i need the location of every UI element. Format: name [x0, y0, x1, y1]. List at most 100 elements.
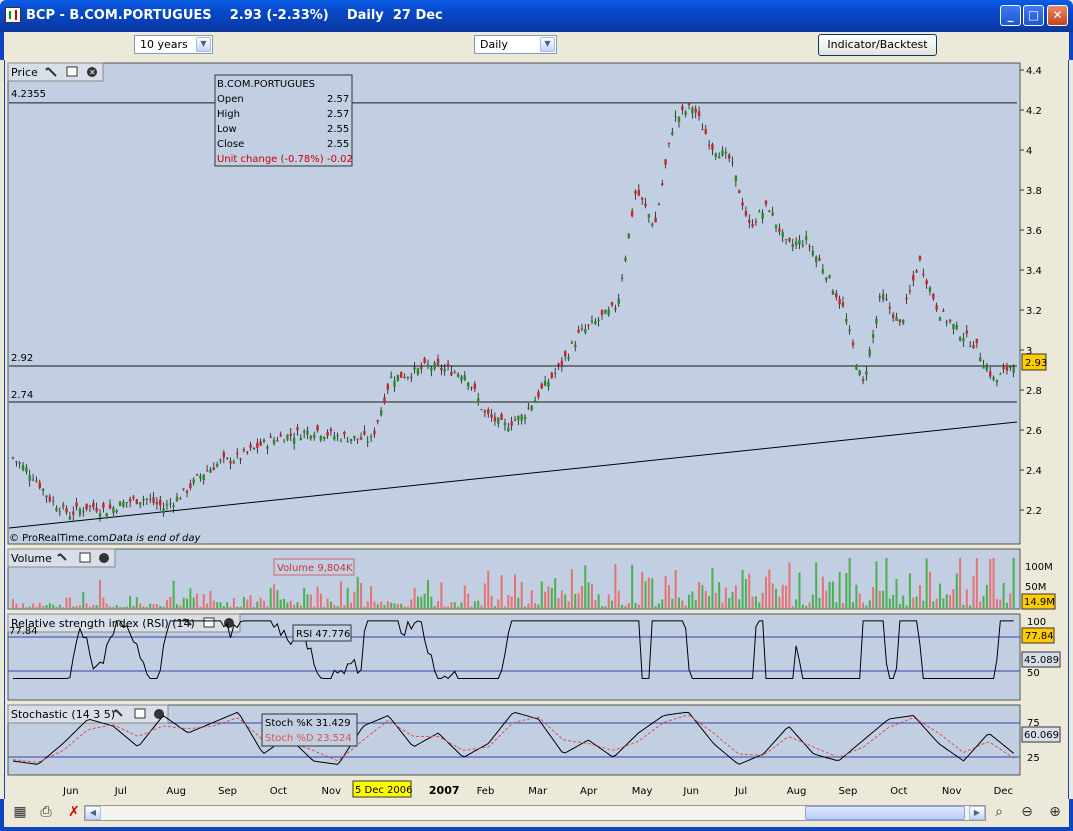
- price-candle: [333, 436, 336, 440]
- price-panel-label: Price: [11, 66, 38, 79]
- price-candle: [182, 488, 185, 490]
- volume-bar: [273, 584, 276, 608]
- volume-bar: [801, 604, 804, 608]
- x-tick-label: Sep: [218, 786, 237, 797]
- scroll-right-icon[interactable]: ▶: [969, 806, 985, 820]
- volume-bar: [704, 590, 707, 608]
- price-candle: [98, 513, 102, 518]
- price-candle: [132, 496, 135, 499]
- volume-bar: [554, 578, 557, 608]
- zoom-out-icon[interactable]: ⊖: [1017, 802, 1037, 822]
- price-candle: [717, 156, 721, 159]
- chevron-down-icon[interactable]: ▼: [196, 37, 211, 52]
- price-candle: [580, 328, 584, 330]
- price-candle: [865, 371, 868, 376]
- price-tick-label: 4.4: [1026, 66, 1042, 77]
- price-candle: [393, 380, 396, 387]
- x-axis: Jun Jul Aug Sep Oct Nov Dec 2007 Feb Mar Apr May Jun…: [62, 784, 1013, 797]
- zoom-in-icon[interactable]: ⊕: [1045, 802, 1065, 822]
- time-scrollbar[interactable]: ◀ ▶: [84, 805, 986, 821]
- price-candle: [815, 256, 818, 263]
- price-candle: [564, 351, 567, 357]
- zoom-select-icon[interactable]: ⌕: [989, 802, 1009, 822]
- window-icon[interactable]: [203, 617, 215, 628]
- scroll-thumb[interactable]: [805, 806, 965, 820]
- volume-bar: [574, 593, 577, 608]
- price-candle: [25, 467, 28, 472]
- price-candle: [727, 154, 731, 159]
- volume-bar: [848, 558, 851, 608]
- price-candle: [654, 217, 657, 223]
- volume-bar: [172, 580, 175, 608]
- price-candle: [289, 433, 292, 436]
- close-button[interactable]: ✕: [1047, 5, 1068, 26]
- volume-bar: [115, 605, 118, 608]
- info-close-value: 2.55: [327, 139, 349, 150]
- close-panel-icon[interactable]: [99, 553, 109, 563]
- price-candle: [296, 427, 299, 431]
- scroll-left-icon[interactable]: ◀: [85, 806, 101, 820]
- window-icon[interactable]: [134, 708, 146, 719]
- volume-bar: [226, 602, 229, 608]
- volume-bar: [912, 597, 915, 608]
- price-candle: [764, 200, 768, 205]
- chevron-down-icon[interactable]: ▼: [540, 37, 555, 52]
- price-candle: [972, 344, 975, 349]
- price-candle: [604, 310, 607, 314]
- minimize-button[interactable]: _: [1000, 5, 1021, 26]
- interval-select[interactable]: Daily ▼: [474, 35, 557, 54]
- volume-bar: [196, 593, 199, 608]
- print-icon[interactable]: ⎙: [36, 802, 56, 822]
- price-candle: [406, 376, 410, 378]
- volume-bar: [520, 581, 523, 608]
- price-candle: [306, 430, 309, 435]
- volume-bar: [82, 591, 85, 608]
- price-candle: [928, 287, 932, 292]
- price-candle: [500, 413, 503, 420]
- price-candle: [791, 244, 794, 247]
- volume-bar: [162, 606, 165, 608]
- volume-bar: [524, 606, 527, 608]
- price-candle: [771, 212, 774, 216]
- price-candle: [978, 357, 982, 362]
- price-candle: [634, 191, 637, 194]
- volume-bar: [373, 601, 376, 608]
- save-icon[interactable]: ▦: [10, 802, 30, 822]
- volume-bar: [470, 606, 473, 608]
- volume-bar: [647, 577, 650, 608]
- volume-bar: [105, 603, 108, 608]
- volume-bar: [651, 578, 654, 608]
- volume-bar: [631, 564, 634, 608]
- volume-bar: [443, 606, 446, 608]
- price-candle: [778, 228, 781, 232]
- price-candle: [165, 504, 169, 506]
- volume-bar: [885, 558, 888, 608]
- volume-bar: [125, 606, 128, 608]
- price-candle: [774, 224, 778, 229]
- close-panel-icon[interactable]: [224, 618, 234, 628]
- volume-bar: [788, 562, 791, 608]
- volume-info: Volume 9,804K: [277, 563, 353, 574]
- maximize-button[interactable]: □: [1023, 5, 1044, 26]
- price-candle: [11, 457, 15, 459]
- volume-bar: [527, 603, 530, 608]
- delete-icon[interactable]: ✗: [64, 802, 84, 822]
- window-icon[interactable]: [66, 66, 78, 77]
- volume-bar: [242, 596, 245, 608]
- price-candle: [868, 349, 871, 356]
- volume-bar: [865, 605, 868, 608]
- window-icon[interactable]: [79, 552, 91, 563]
- volume-bar: [493, 606, 496, 608]
- price-candle: [286, 434, 289, 440]
- volume-bar: [908, 573, 911, 608]
- price-candle: [480, 409, 483, 411]
- volume-bar: [577, 593, 580, 608]
- price-candle: [935, 305, 938, 310]
- price-candle: [205, 470, 209, 472]
- volume-bar: [175, 604, 178, 608]
- price-candle: [142, 498, 145, 501]
- price-candle: [590, 320, 594, 322]
- period-select[interactable]: 10 years ▼: [134, 35, 213, 54]
- indicator-backtest-button[interactable]: Indicator/Backtest: [818, 34, 937, 56]
- price-candle: [560, 360, 564, 366]
